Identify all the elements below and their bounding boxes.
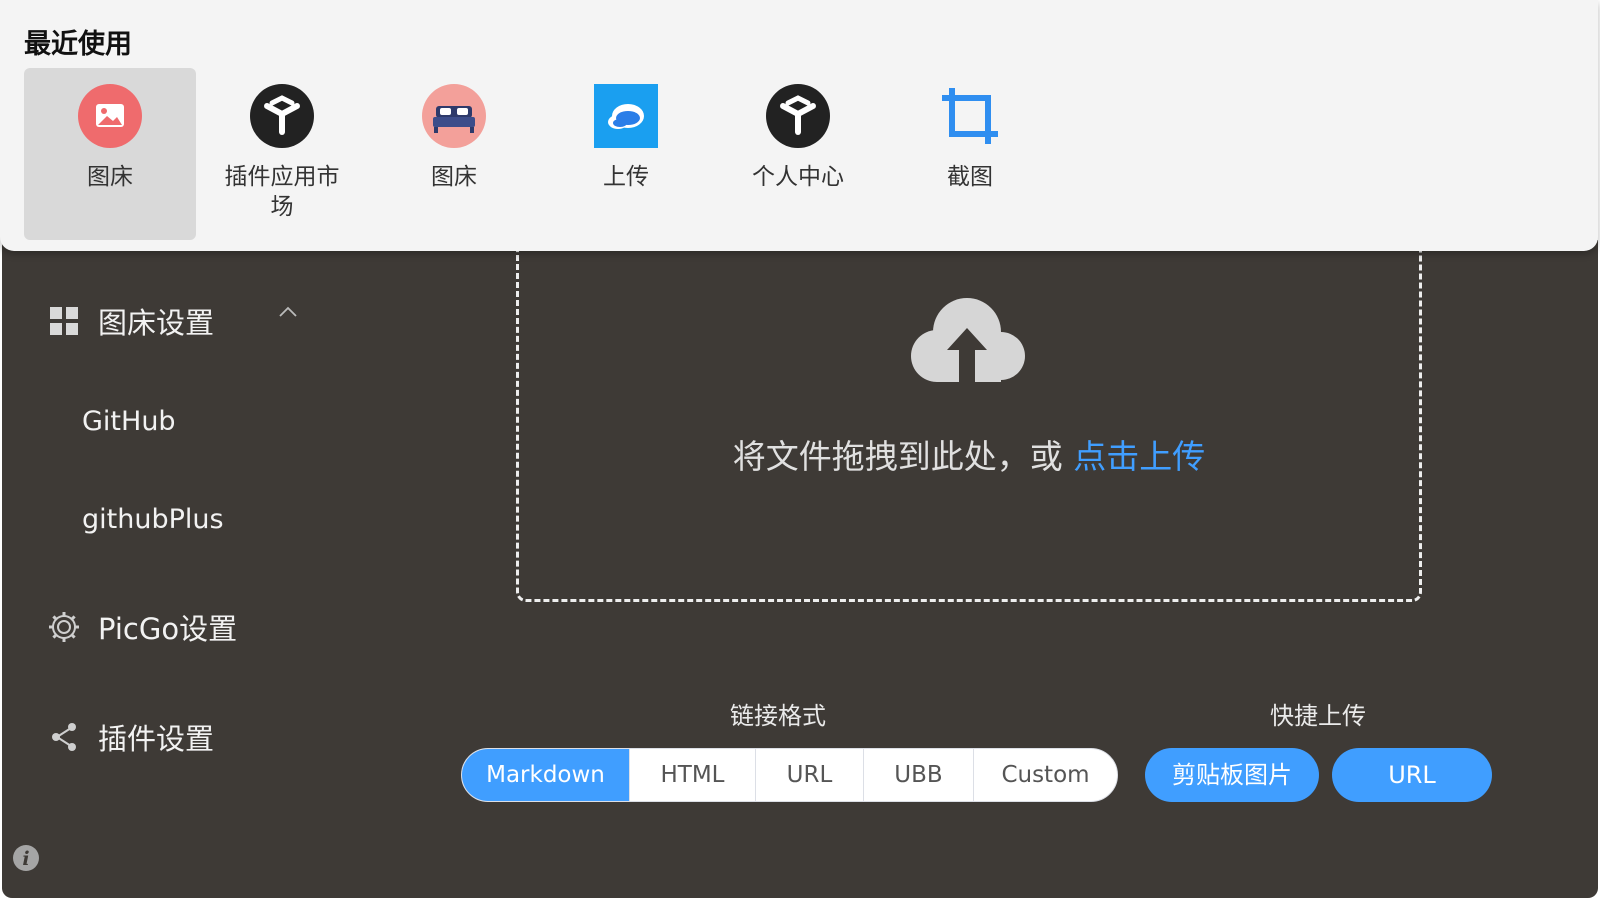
recent-item-label: 上传 [603,164,649,190]
recent-item-label: 截图 [947,164,993,190]
recent-list: 图床 插件应用市场 图床 上传 个人中心 截图 [24,68,1056,240]
recent-popover: 最近使用 图床 插件应用市场 图床 上传 个人中心 截图 [0,0,1598,251]
recent-item-label: 图床 [431,164,477,190]
main-panel: 图床设置 GitHub githubPlus PicGo设置 插件设置 i 将文… [2,234,1598,898]
cloud-upload-app-icon [594,84,658,148]
sidebar-item-picgo-settings[interactable]: PicGo设置 [48,606,237,648]
cloud-upload-icon [911,298,1025,382]
sidebar: 图床设置 GitHub githubPlus PicGo设置 插件设置 i [2,240,422,898]
info-icon[interactable]: i [12,844,40,872]
crop-icon [938,84,1002,148]
sidebar-item-label: PicGo设置 [98,612,238,646]
bed-icon [422,84,486,148]
link-format-group: Markdown HTML URL UBB Custom [461,748,1118,802]
recent-item-label: 个人中心 [752,164,844,190]
format-custom-button[interactable]: Custom [974,749,1117,801]
recent-item-picbed[interactable]: 图床 [24,68,196,240]
recent-item-picbed-2[interactable]: 图床 [368,68,540,240]
format-url-button[interactable]: URL [756,749,864,801]
format-ubb-button[interactable]: UBB [864,749,974,801]
image-icon [78,84,142,148]
sidebar-item-label: 图床设置 [98,306,215,340]
sidebar-item-label: 插件设置 [98,722,215,756]
recent-title: 最近使用 [24,29,132,60]
plugin-market-icon [766,84,830,148]
svg-text:i: i [22,848,29,870]
grid-icon [48,305,80,337]
format-markdown-button[interactable]: Markdown [462,749,630,801]
sidebar-item-githubplus[interactable]: githubPlus [82,504,224,535]
picgo-window: 图床设置 GitHub githubPlus PicGo设置 插件设置 i 将文… [0,0,1600,900]
plugin-market-icon [250,84,314,148]
gear-icon [48,611,80,643]
upload-dropzone[interactable]: 将文件拖拽到此处，或 点击上传 [516,234,1422,602]
recent-item-plugin-market[interactable]: 插件应用市场 [196,68,368,240]
dropzone-text: 将文件拖拽到此处，或 点击上传 [519,430,1419,478]
link-format-label: 链接格式 [730,702,826,730]
recent-item-upload[interactable]: 上传 [540,68,712,240]
recent-item-user-center[interactable]: 个人中心 [712,68,884,240]
recent-item-screenshot[interactable]: 截图 [884,68,1056,240]
sidebar-item-plugin-settings[interactable]: 插件设置 [48,716,214,758]
sidebar-item-picbed-settings[interactable]: 图床设置 [48,300,214,342]
drop-instruction: 将文件拖拽到此处，或 [732,437,1063,476]
recent-item-label: 插件应用市场 [224,164,340,220]
url-upload-button[interactable]: URL [1332,748,1492,802]
clipboard-upload-button[interactable]: 剪贴板图片 [1145,748,1319,802]
quick-upload-label: 快捷上传 [1270,702,1366,730]
chevron-up-icon[interactable] [278,302,298,322]
share-icon [48,721,80,753]
recent-item-label: 图床 [87,164,133,190]
sidebar-item-github[interactable]: GitHub [82,406,176,437]
click-upload-link[interactable]: 点击上传 [1073,437,1205,476]
format-html-button[interactable]: HTML [630,749,756,801]
